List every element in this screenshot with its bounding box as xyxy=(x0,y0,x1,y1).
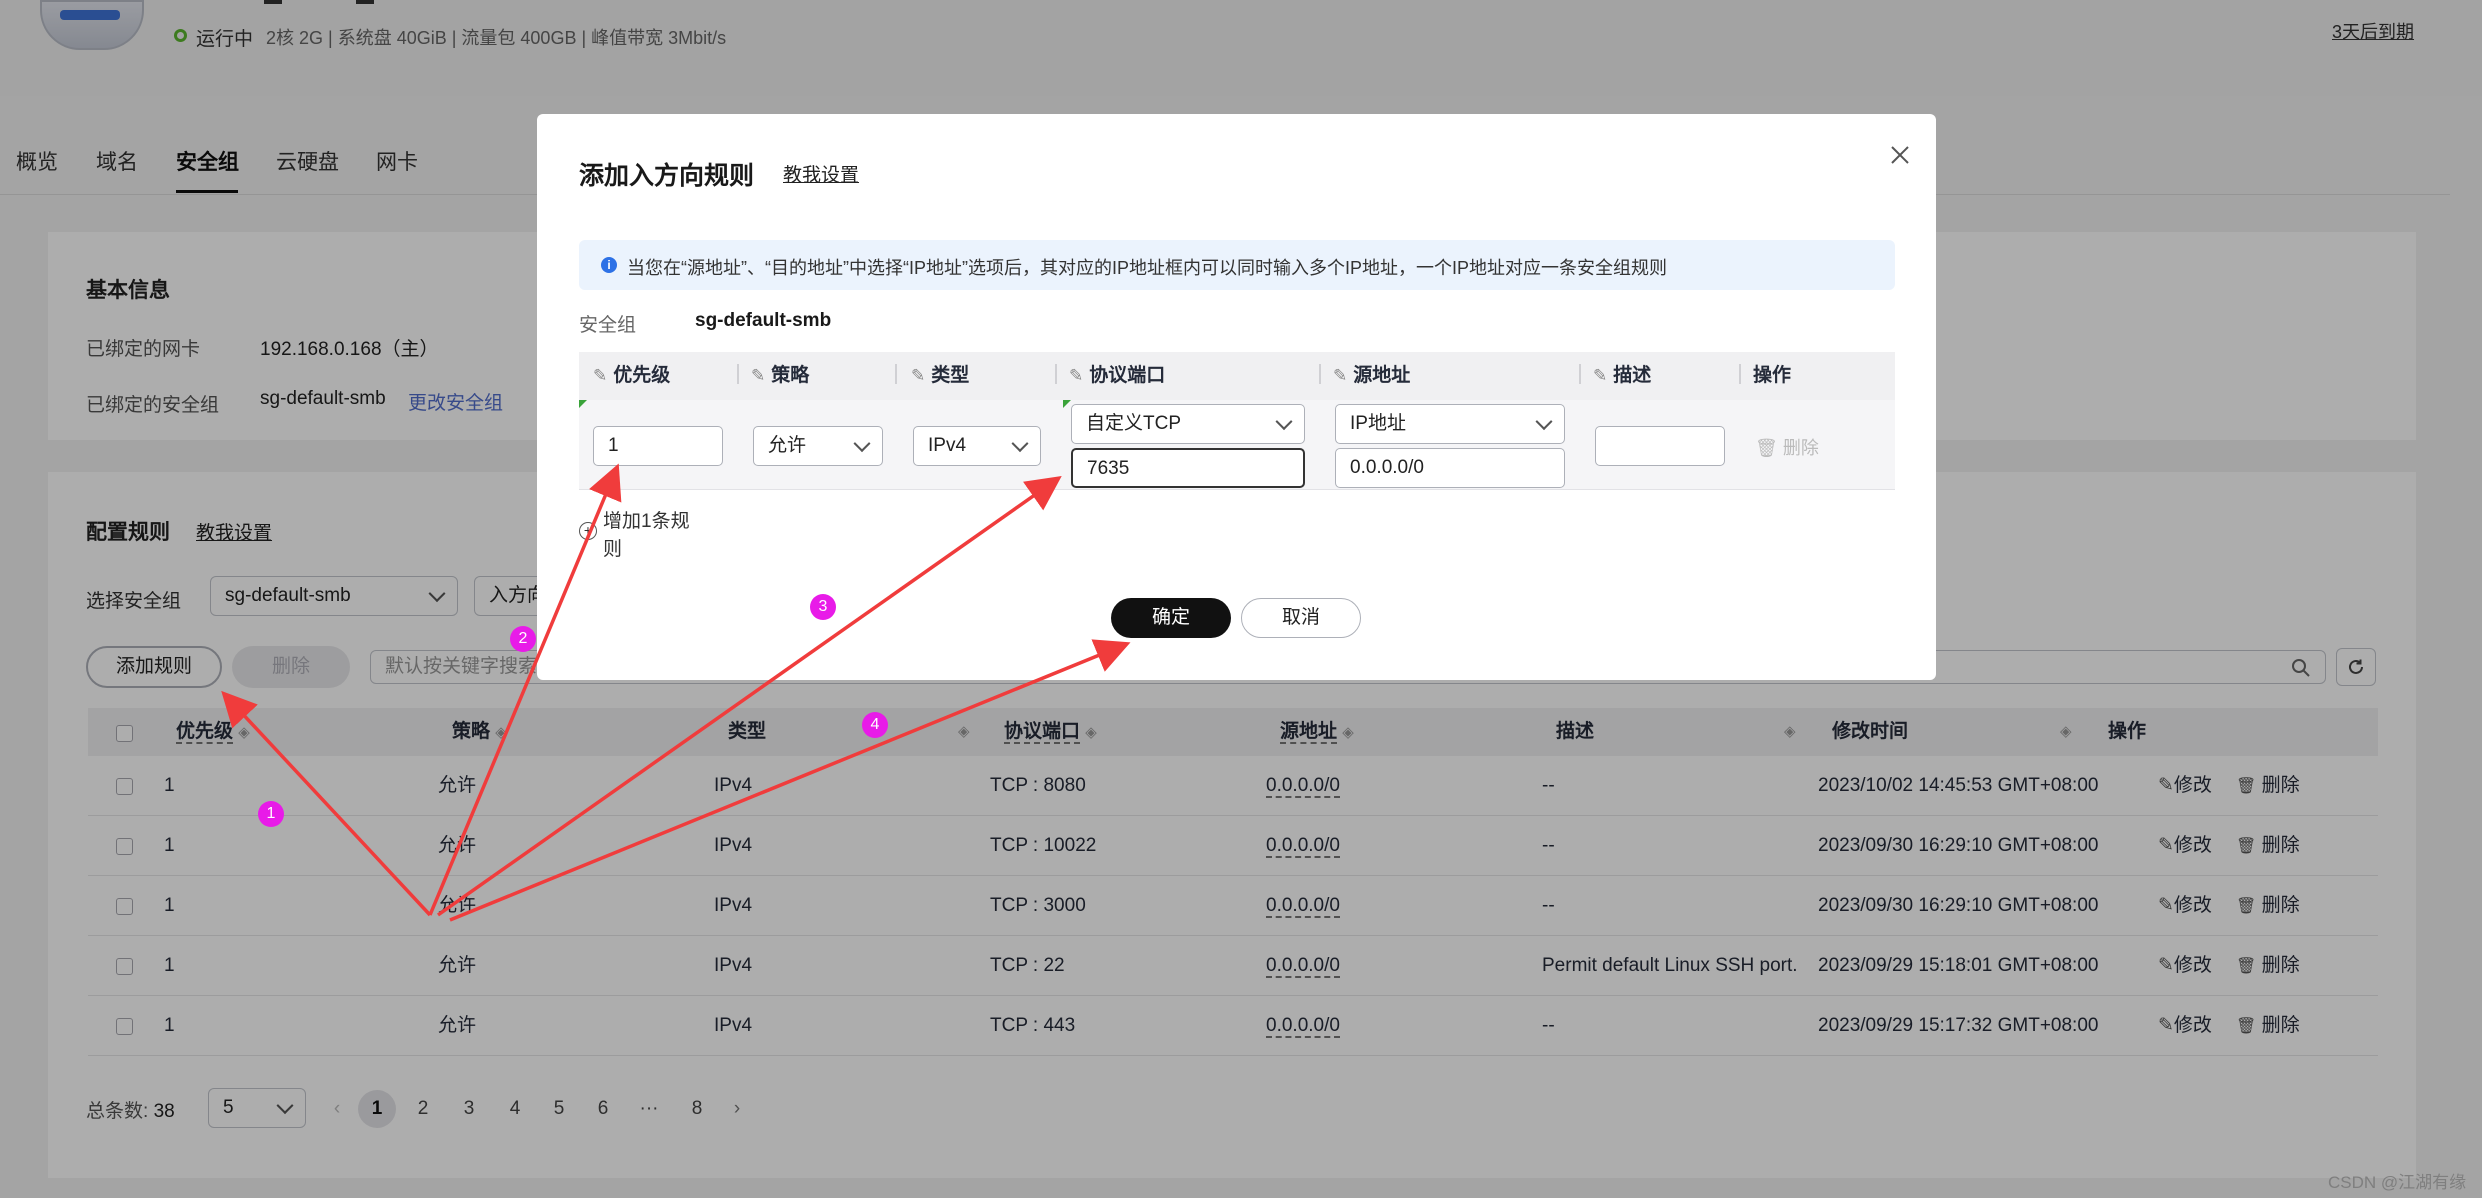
annotation-badge-2: 2 xyxy=(510,626,536,652)
annotation-badge-1: 1 xyxy=(258,801,284,827)
annotation-badge-3: 3 xyxy=(810,594,836,620)
arrow-to-confirm-button xyxy=(449,639,1131,922)
annotation-badge-4: 4 xyxy=(862,712,888,738)
arrow-to-priority-input xyxy=(428,463,622,916)
arrow-to-port-input xyxy=(436,475,1062,917)
annotation-arrows xyxy=(221,463,1131,922)
arrow-to-add-rule-button xyxy=(221,690,432,917)
